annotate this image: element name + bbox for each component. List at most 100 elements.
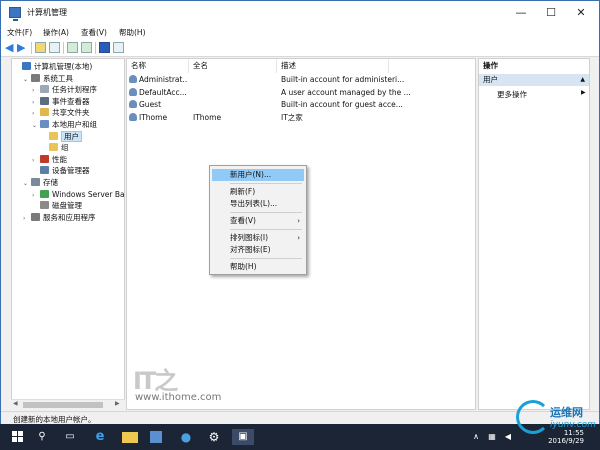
tree-item[interactable]: 磁盘管理 bbox=[32, 200, 82, 211]
tree-item[interactable]: ⌄ 存储 bbox=[23, 177, 58, 188]
cell-name: DefaultAcc... bbox=[129, 87, 187, 99]
tree-item[interactable]: › 性能 bbox=[32, 154, 67, 165]
maximize-button[interactable]: ☐ bbox=[535, 1, 567, 25]
tree-item-label: 用户 bbox=[61, 130, 82, 142]
tree-item[interactable]: › 任务计划程序 bbox=[32, 84, 97, 95]
context-menu-item[interactable]: 导出列表(L)... bbox=[212, 198, 304, 210]
tree-item[interactable]: 组 bbox=[41, 142, 69, 153]
tree-item[interactable]: ⌄ 本地用户和组 bbox=[32, 119, 97, 130]
settings-gear-icon[interactable]: ⚙ bbox=[206, 429, 222, 445]
forward-arrow-icon[interactable]: ▶ bbox=[17, 42, 28, 53]
help-icon[interactable] bbox=[99, 42, 110, 53]
tree-node-icon bbox=[40, 166, 49, 175]
tree-expander-icon[interactable]: ⌄ bbox=[32, 120, 40, 131]
table-row[interactable]: Guest Built-in account for guest acce... bbox=[127, 99, 475, 111]
tree-expander-icon[interactable]: › bbox=[32, 155, 40, 166]
tree-item[interactable]: › 服务和应用程序 bbox=[23, 212, 96, 223]
network-tray-icon[interactable]: ▦ bbox=[484, 429, 500, 445]
tree-item[interactable]: 设备管理器 bbox=[32, 165, 90, 176]
context-menu-item[interactable]: 刷新(F) bbox=[212, 186, 304, 198]
tree-item-label: 事件查看器 bbox=[52, 96, 90, 106]
tree-expander-icon[interactable]: ⌄ bbox=[23, 74, 31, 85]
tree-item-label: 任务计划程序 bbox=[52, 85, 97, 95]
menu-separator bbox=[230, 229, 302, 230]
tree-item[interactable]: › 共享文件夹 bbox=[32, 107, 90, 118]
context-menu-item[interactable]: 排列图标(I) › bbox=[212, 232, 304, 244]
search-icon[interactable]: ⚲ bbox=[34, 429, 50, 445]
table-row[interactable]: IThome IThome IT之家 bbox=[127, 112, 475, 124]
title-bar[interactable]: 计算机管理 — ☐ ✕ bbox=[1, 1, 599, 25]
tree-item[interactable]: 计算机管理(本地) bbox=[14, 61, 92, 72]
table-row[interactable]: DefaultAcc... A user account managed by t… bbox=[127, 87, 475, 99]
show-hide-tree-icon[interactable] bbox=[49, 42, 60, 53]
tree-item-label: 组 bbox=[61, 143, 69, 153]
menu-action[interactable]: 操作(A) bbox=[43, 27, 69, 38]
column-header-fullname[interactable]: 全名 bbox=[189, 59, 277, 73]
task-view-icon[interactable]: ▭ bbox=[62, 429, 78, 445]
tray-chevron-icon[interactable]: ∧ bbox=[468, 429, 484, 445]
close-button[interactable]: ✕ bbox=[565, 1, 597, 25]
tree-node-icon bbox=[40, 120, 49, 128]
file-explorer-icon[interactable] bbox=[122, 432, 138, 443]
tree-item-label: 设备管理器 bbox=[52, 166, 90, 176]
cell-name: Guest bbox=[129, 99, 187, 111]
back-arrow-icon[interactable]: ◀ bbox=[5, 42, 16, 53]
properties-icon[interactable] bbox=[113, 42, 124, 53]
scroll-thumb[interactable] bbox=[23, 402, 103, 408]
column-header-name[interactable]: 名称 bbox=[127, 59, 189, 73]
context-menu-item[interactable]: 查看(V) › bbox=[212, 215, 304, 227]
tree-horizontal-scrollbar[interactable]: ◀ ▶ bbox=[11, 399, 125, 410]
tree-item[interactable]: 用户 bbox=[41, 130, 82, 142]
tree-item-label: 磁盘管理 bbox=[52, 201, 82, 211]
menu-file[interactable]: 文件(F) bbox=[7, 27, 32, 38]
column-header-description[interactable]: 描述 bbox=[277, 59, 389, 73]
table-row[interactable]: Administrat... Built-in account for admin… bbox=[127, 74, 475, 86]
network-globe-icon[interactable]: ● bbox=[178, 429, 194, 445]
tree-expander-icon[interactable]: ⌄ bbox=[23, 178, 31, 189]
tree-item[interactable]: › Windows Server Back bbox=[32, 189, 124, 201]
tree-node-icon bbox=[49, 131, 58, 140]
context-menu-label: 对齐图标(E) bbox=[230, 245, 271, 254]
export-icon[interactable] bbox=[81, 42, 92, 53]
ithome-site: www.ithome.com bbox=[135, 392, 222, 403]
menu-help[interactable]: 帮助(H) bbox=[119, 27, 146, 38]
refresh-icon[interactable] bbox=[67, 42, 78, 53]
scroll-right-icon[interactable]: ▶ bbox=[115, 400, 120, 407]
tree-node-icon bbox=[40, 201, 49, 210]
computer-management-icon bbox=[9, 7, 21, 21]
yunwei-title: 运维网 bbox=[550, 406, 583, 419]
collapse-up-icon[interactable]: ▲ bbox=[580, 74, 585, 86]
tree-node-icon bbox=[49, 143, 58, 152]
context-menu-item[interactable]: 帮助(H) bbox=[212, 261, 304, 273]
context-menu-item[interactable]: 新用户(N)... bbox=[212, 169, 304, 181]
cell-description: Built-in account for guest acce... bbox=[281, 100, 403, 109]
tree-item-label: 服务和应用程序 bbox=[43, 212, 96, 222]
scroll-left-icon[interactable]: ◀ bbox=[13, 400, 18, 407]
tree-expander-icon[interactable]: › bbox=[32, 97, 40, 108]
cell-description: A user account managed by the ... bbox=[281, 87, 411, 97]
context-menu-item[interactable]: 对齐图标(E) bbox=[212, 244, 304, 256]
context-menu-label: 排列图标(I) bbox=[230, 233, 269, 242]
context-menu-label: 导出列表(L)... bbox=[230, 199, 278, 208]
menu-view[interactable]: 查看(V) bbox=[81, 27, 107, 38]
tree-item[interactable]: › 事件查看器 bbox=[32, 96, 90, 107]
cell-name-text: IThome bbox=[139, 112, 168, 122]
server-manager-icon[interactable] bbox=[150, 431, 162, 443]
actions-group-users[interactable]: 用户 ▲ bbox=[479, 74, 589, 86]
folder-up-icon[interactable] bbox=[35, 42, 46, 53]
tree-item-label: 性能 bbox=[52, 154, 67, 164]
tree-expander-icon[interactable]: › bbox=[32, 108, 40, 119]
tree-expander-icon[interactable]: › bbox=[23, 213, 31, 224]
context-menu: 新用户(N)... 刷新(F) 导出列表(L)... 查看(V) › 排列图标(I) › 对齐… bbox=[209, 165, 307, 275]
minimize-button[interactable]: — bbox=[505, 1, 537, 25]
menu-separator bbox=[230, 212, 302, 213]
tree-expander-icon[interactable]: › bbox=[32, 190, 40, 201]
more-actions-item[interactable]: 更多操作 bbox=[497, 89, 527, 100]
tree-item[interactable]: ⌄ 系统工具 bbox=[23, 73, 73, 84]
tree-expander-icon[interactable]: › bbox=[32, 85, 40, 96]
edge-browser-icon[interactable]: e bbox=[92, 429, 108, 445]
tree-node-icon bbox=[40, 189, 49, 198]
computer-management-task-icon[interactable]: ▣ bbox=[232, 429, 254, 445]
user-icon bbox=[129, 87, 137, 96]
windows-start-icon[interactable] bbox=[12, 431, 24, 443]
